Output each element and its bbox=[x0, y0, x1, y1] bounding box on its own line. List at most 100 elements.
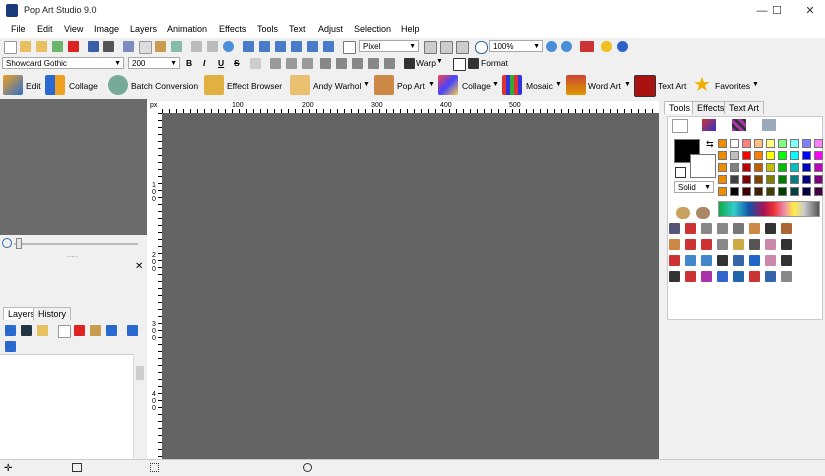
gradient-palette[interactable] bbox=[718, 201, 820, 217]
palette-color-swatch[interactable] bbox=[754, 151, 763, 160]
tab-text-art[interactable]: Text Art bbox=[724, 101, 765, 114]
shape-icon[interactable] bbox=[685, 271, 696, 282]
print-icon[interactable] bbox=[103, 41, 114, 52]
zoom-select[interactable]: 100% ▼ bbox=[489, 40, 543, 52]
palette-color-swatch[interactable] bbox=[814, 139, 823, 148]
undo-icon[interactable] bbox=[191, 41, 202, 52]
zoom-out-icon[interactable] bbox=[561, 41, 572, 52]
palette-color-swatch[interactable] bbox=[778, 163, 787, 172]
menu-image[interactable]: Image bbox=[94, 24, 119, 34]
spiral-icon[interactable] bbox=[717, 271, 728, 282]
airbrush-icon[interactable] bbox=[685, 255, 696, 266]
recent-color-swatch[interactable] bbox=[718, 163, 727, 172]
menu-effects[interactable]: Effects bbox=[219, 24, 246, 34]
text-layer-icon[interactable] bbox=[21, 325, 32, 336]
brush-icon[interactable] bbox=[669, 255, 680, 266]
palette-color-swatch[interactable] bbox=[802, 163, 811, 172]
palette-color-swatch[interactable] bbox=[814, 187, 823, 196]
grid2-icon[interactable] bbox=[440, 41, 453, 54]
palette-color-swatch[interactable] bbox=[802, 139, 811, 148]
favorites-button[interactable]: Favorites bbox=[715, 81, 750, 91]
edit-button[interactable]: Edit bbox=[26, 81, 41, 91]
paint-bucket-icon[interactable] bbox=[701, 239, 712, 250]
zoom-in-icon[interactable] bbox=[546, 41, 557, 52]
open-layer-icon[interactable] bbox=[37, 325, 48, 336]
layers-list[interactable] bbox=[0, 354, 133, 460]
italic-button[interactable]: I bbox=[203, 58, 205, 68]
refresh-icon[interactable] bbox=[223, 41, 234, 52]
cut-icon[interactable] bbox=[123, 41, 134, 52]
palette-color-swatch[interactable] bbox=[802, 187, 811, 196]
palette-color-swatch[interactable] bbox=[754, 187, 763, 196]
layer-properties-icon[interactable] bbox=[90, 325, 101, 336]
close-button[interactable]: ✕ bbox=[795, 0, 825, 22]
collage2-button[interactable]: Collage bbox=[462, 81, 491, 91]
tab-tools[interactable]: Tools bbox=[664, 101, 696, 114]
palette-color-swatch[interactable] bbox=[754, 163, 763, 172]
palette-color-swatch[interactable] bbox=[742, 139, 751, 148]
palette-color-swatch[interactable] bbox=[766, 187, 775, 196]
recent-color-swatch[interactable] bbox=[718, 187, 727, 196]
rotate-left-icon[interactable] bbox=[291, 41, 302, 52]
word-art-button[interactable]: Word Art bbox=[588, 81, 621, 91]
color-mode-icon[interactable] bbox=[672, 119, 688, 133]
effect-icon[interactable] bbox=[765, 271, 776, 282]
spray-icon[interactable] bbox=[701, 255, 712, 266]
palette-color-swatch[interactable] bbox=[766, 151, 775, 160]
text-style2-icon[interactable] bbox=[336, 58, 347, 69]
format-button[interactable]: Format bbox=[481, 58, 508, 68]
palette-color-swatch[interactable] bbox=[814, 163, 823, 172]
strike-button[interactable]: S bbox=[234, 58, 240, 68]
move-down-icon[interactable] bbox=[5, 341, 16, 352]
warp-button[interactable]: Warp bbox=[416, 58, 436, 68]
help-icon[interactable] bbox=[617, 41, 628, 52]
background-color[interactable] bbox=[690, 154, 716, 178]
flip-horizontal-icon[interactable] bbox=[275, 41, 286, 52]
magic-select-icon[interactable] bbox=[685, 223, 696, 234]
paste-new-icon[interactable] bbox=[171, 41, 182, 52]
envelope-icon[interactable] bbox=[717, 255, 728, 266]
palette-color-swatch[interactable] bbox=[778, 139, 787, 148]
palette-color-swatch[interactable] bbox=[790, 187, 799, 196]
pop-art-button[interactable]: Pop Art bbox=[397, 81, 425, 91]
polygon-icon[interactable] bbox=[749, 255, 760, 266]
palette-color-swatch[interactable] bbox=[754, 139, 763, 148]
palette-color-swatch[interactable] bbox=[730, 139, 739, 148]
fill-mode-select[interactable]: Solid ▼ bbox=[674, 181, 714, 193]
collage-button[interactable]: Collage bbox=[69, 81, 98, 91]
palette-color-swatch[interactable] bbox=[766, 175, 775, 184]
grid-icon[interactable] bbox=[424, 41, 437, 54]
hand-icon[interactable] bbox=[669, 239, 680, 250]
palette-color-swatch[interactable] bbox=[766, 163, 775, 172]
text-option-icon[interactable] bbox=[250, 58, 261, 69]
delete-layer-icon[interactable] bbox=[74, 325, 85, 336]
stamp-icon[interactable] bbox=[781, 223, 792, 234]
paste-icon[interactable] bbox=[155, 41, 166, 52]
palette-color-swatch[interactable] bbox=[790, 163, 799, 172]
menu-adjust[interactable]: Adjust bbox=[318, 24, 343, 34]
texture-mode-icon[interactable] bbox=[762, 119, 776, 131]
palette-color-swatch[interactable] bbox=[778, 187, 787, 196]
save-icon[interactable] bbox=[88, 41, 99, 52]
magic-wand-icon[interactable] bbox=[733, 223, 744, 234]
palette-color-swatch[interactable] bbox=[790, 151, 799, 160]
rotate-right-icon[interactable] bbox=[307, 41, 318, 52]
new-layer-icon[interactable] bbox=[5, 325, 16, 336]
crop-icon[interactable] bbox=[243, 41, 254, 52]
open-icon[interactable] bbox=[20, 41, 31, 52]
palette-color-swatch[interactable] bbox=[802, 175, 811, 184]
recent-color-swatch[interactable] bbox=[718, 175, 727, 184]
zoom-slider-track[interactable] bbox=[14, 243, 138, 245]
pattern-icon[interactable] bbox=[701, 271, 712, 282]
text-style3-icon[interactable] bbox=[352, 58, 363, 69]
palette-color-swatch[interactable] bbox=[814, 151, 823, 160]
copy-icon[interactable] bbox=[139, 41, 152, 54]
red-eye-icon[interactable] bbox=[749, 271, 760, 282]
text-icon[interactable] bbox=[669, 271, 680, 282]
zoom-icon[interactable] bbox=[475, 41, 488, 54]
smudge-icon[interactable] bbox=[781, 239, 792, 250]
zoom-slider-thumb[interactable] bbox=[16, 238, 22, 249]
eraser-icon[interactable] bbox=[765, 239, 776, 250]
palette-color-swatch[interactable] bbox=[790, 175, 799, 184]
merge-layer-icon[interactable] bbox=[106, 325, 117, 336]
